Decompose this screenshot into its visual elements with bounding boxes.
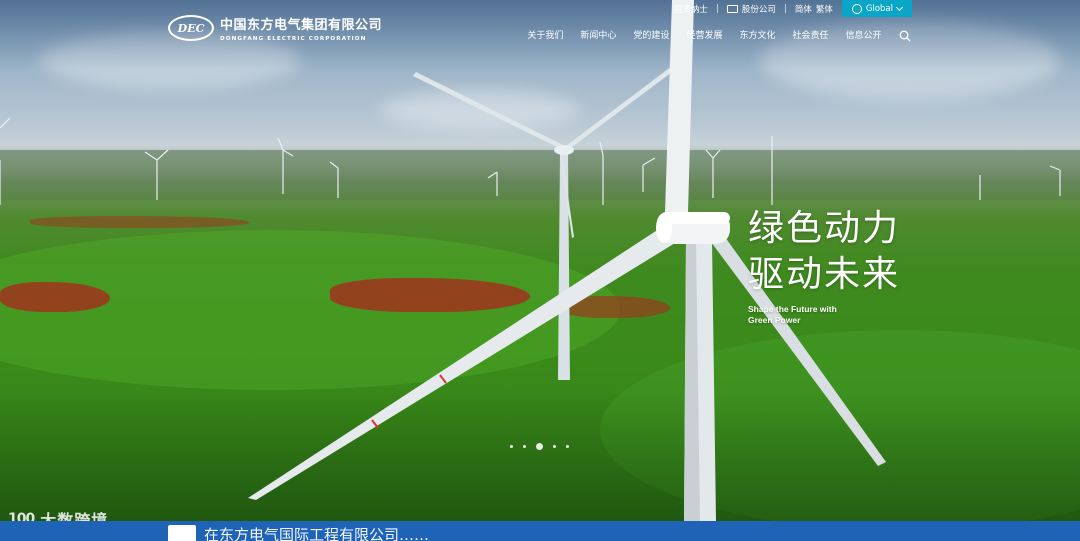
mid-turbine <box>413 66 675 380</box>
hero-slogan: 绿色动力 驱动未来 Shape the Future with Green Po… <box>748 206 900 326</box>
slogan-english: Shape the Future with Green Power <box>748 304 900 326</box>
nav-social-responsibility[interactable]: 社会责任 <box>784 30 837 42</box>
simplified-chinese-link[interactable]: 简体 <box>795 3 812 15</box>
language-switch: 简体 繁体 <box>786 0 842 17</box>
news-tag <box>168 525 196 541</box>
traditional-chinese-link[interactable]: 繁体 <box>816 3 833 15</box>
careers-label: 招贤纳士 <box>673 4 708 15</box>
utility-bar: 招贤纳士 股份公司 简体 繁体 Global <box>665 0 912 17</box>
logo-text: 中国东方电气集团有限公司 DONGFANG ELECTRIC CORPORATI… <box>220 14 382 42</box>
slogan-line-1: 绿色动力 <box>748 208 901 249</box>
carousel-dot-active[interactable] <box>536 443 543 450</box>
carousel-dot[interactable] <box>510 445 513 448</box>
nav-business[interactable]: 经营发展 <box>678 30 731 42</box>
slogan-english-line-1: Shape the Future with <box>748 304 837 314</box>
company-link[interactable]: 股份公司 <box>718 0 785 17</box>
carousel-dot[interactable] <box>553 445 556 448</box>
carousel-dot[interactable] <box>566 445 569 448</box>
carousel-dot[interactable] <box>523 445 526 448</box>
nav-disclosure[interactable]: 信息公开 <box>837 30 890 42</box>
news-headline[interactable]: 在东方电气国际工程有限公司…… <box>204 524 429 541</box>
chevron-down-icon <box>895 3 904 11</box>
nav-news[interactable]: 新闻中心 <box>572 30 625 42</box>
nav-party-building[interactable]: 党的建设 <box>625 30 678 42</box>
carousel-pagination <box>510 443 569 450</box>
global-dropdown[interactable]: Global <box>841 0 912 17</box>
careers-link[interactable]: 招贤纳士 <box>665 0 717 17</box>
slogan-line-2: 驱动未来 <box>748 254 901 295</box>
globe-icon <box>851 3 862 14</box>
nav-culture[interactable]: 东方文化 <box>731 30 784 42</box>
dec-logo-mark: DEC <box>168 15 214 41</box>
company-logo[interactable]: DEC 中国东方电气集团有限公司 DONGFANG ELECTRIC CORPO… <box>168 14 382 42</box>
search-icon[interactable] <box>899 30 911 42</box>
logo-chinese-name: 中国东方电气集团有限公司 <box>220 18 383 33</box>
monitor-icon <box>726 4 738 13</box>
global-label: Global <box>865 3 893 14</box>
slogan-english-line-2: Green Power <box>748 315 801 325</box>
nav-about[interactable]: 关于我们 <box>519 30 572 42</box>
company-label: 股份公司 <box>741 4 776 15</box>
main-nav: 关于我们 新闻中心 党的建设 经营发展 东方文化 社会责任 信息公开 <box>519 30 890 42</box>
logo-english-name: DONGFANG ELECTRIC CORPORATION <box>220 36 367 42</box>
news-ticker-band[interactable]: 在东方电气国际工程有限公司…… <box>0 521 1080 541</box>
